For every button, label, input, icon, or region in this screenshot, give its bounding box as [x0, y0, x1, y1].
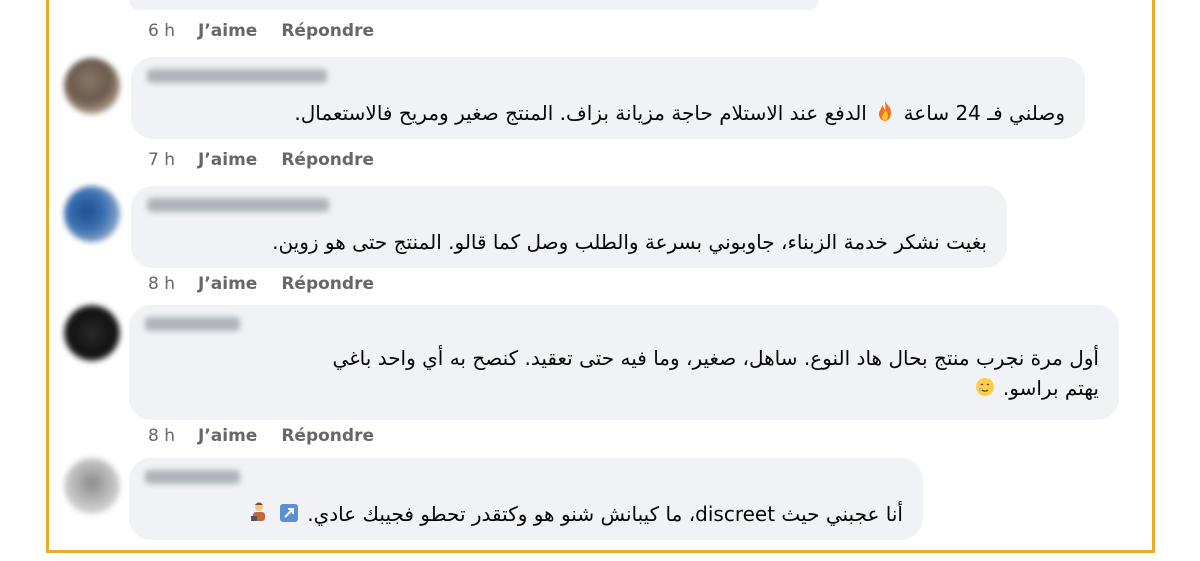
- reply-button[interactable]: Répondre: [281, 426, 374, 446]
- reply-button[interactable]: Répondre: [281, 21, 374, 41]
- like-button[interactable]: J’aime: [198, 150, 257, 170]
- reply-button[interactable]: Répondre: [281, 150, 374, 170]
- comment-actions: 8 h J’aime Répondre: [148, 274, 374, 294]
- comment-time[interactable]: 6 h: [148, 21, 175, 41]
- comment-text: أنا عجبني حيث discreet، ما كيبانش شنو هو…: [143, 499, 903, 531]
- comment-time[interactable]: 8 h: [148, 274, 175, 294]
- comment-text-line: يهتم براسو.: [139, 373, 1099, 405]
- comment-time[interactable]: 7 h: [148, 150, 175, 170]
- comment-actions: 6 h J’aime Répondre: [148, 21, 374, 41]
- like-button[interactable]: J’aime: [198, 426, 257, 446]
- fire-emoji: [875, 100, 895, 130]
- commenter-name[interactable]: [145, 470, 240, 484]
- like-button[interactable]: J’aime: [198, 274, 257, 294]
- comment-actions: 8 h J’aime Répondre: [148, 426, 374, 446]
- person-emoji: [249, 501, 269, 531]
- reply-button[interactable]: Répondre: [281, 274, 374, 294]
- comment-text-part: وصلني فـ 24 ساعة: [903, 101, 1065, 125]
- comment-bubble: أول مرة نجرب منتج بحال هاد النوع. ساهل، …: [129, 305, 1119, 420]
- comment-text: وصلني فـ 24 ساعة الدفع عند الاستلام حاجة…: [145, 98, 1065, 130]
- commenter-name[interactable]: [145, 317, 240, 331]
- avatar[interactable]: [64, 186, 120, 242]
- commenter-name[interactable]: [147, 198, 329, 212]
- comment-text-part: يهتم براسو.: [1002, 376, 1099, 400]
- smiling-tear-emoji: [975, 375, 995, 405]
- avatar[interactable]: [64, 58, 120, 114]
- like-button[interactable]: J’aime: [198, 21, 257, 41]
- comment-text-line: أول مرة نجرب منتج بحال هاد النوع. ساهل، …: [332, 346, 1099, 370]
- comment-text-part: أنا عجبني حيث discreet، ما كيبانش شنو هو…: [307, 502, 903, 526]
- comment-bubble: أنا عجبني حيث discreet، ما كيبانش شنو هو…: [129, 458, 923, 540]
- commenter-name[interactable]: [147, 69, 327, 83]
- arrow-box-emoji: [279, 501, 299, 531]
- previous-comment-bubble: [129, 0, 819, 10]
- comment-bubble: بغيت نشكر خدمة الزبناء، جاوبوني بسرعة وا…: [131, 186, 1007, 268]
- comment-bubble: وصلني فـ 24 ساعة الدفع عند الاستلام حاجة…: [131, 57, 1085, 139]
- comment-text: بغيت نشكر خدمة الزبناء، جاوبوني بسرعة وا…: [272, 230, 987, 254]
- avatar[interactable]: [64, 305, 120, 361]
- comment-time[interactable]: 8 h: [148, 426, 175, 446]
- avatar[interactable]: [64, 458, 120, 514]
- comment-text-part: الدفع عند الاستلام حاجة مزيانة بزاف. الم…: [294, 101, 867, 125]
- comment-actions: 7 h J’aime Répondre: [148, 150, 374, 170]
- comment-text: أول مرة نجرب منتج بحال هاد النوع. ساهل، …: [139, 343, 1099, 405]
